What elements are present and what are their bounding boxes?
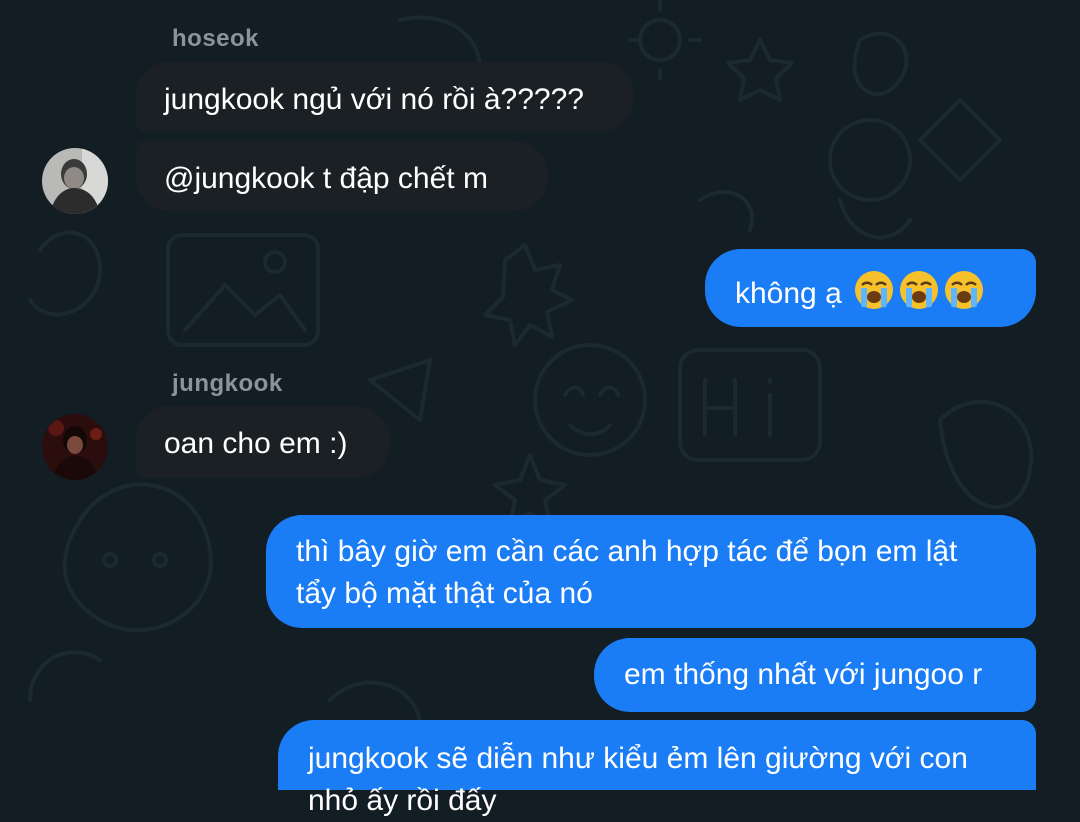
message-bubble-incoming[interactable]: oan cho em :) [136,406,390,478]
loudly-crying-face-icon [900,271,939,309]
message-text-line: tẩy bộ mặt thật của nó [296,577,593,610]
message-bubble-outgoing[interactable]: thì bây giờ em cần các anh hợp tác để bọ… [266,515,1036,628]
message-text-line: jungkook sẽ diễn như kiểu ẻm lên giường … [308,742,968,775]
message-text: em thống nhất với jungoo r [624,658,983,691]
message-text-line: nhỏ ấy rồi đấy [308,784,497,817]
message-bubble-outgoing[interactable]: em thống nhất với jungoo r [594,638,1036,712]
sender-name-hoseok: hoseok [172,25,260,52]
chat-view: hoseok jungkook ngủ với nó rồi à????? @j… [0,0,1080,817]
avatar-hoseok[interactable] [42,148,108,214]
message-text: oan cho em :) [164,427,348,460]
sender-name-jungkook: jungkook [172,370,283,397]
message-text: không ạ [735,277,842,310]
message-text: @jungkook t đập chết m [164,162,488,195]
message-bubble-outgoing[interactable]: không ạ [705,249,1036,327]
message-text-line: thì bây giờ em cần các anh hợp tác để bọ… [296,535,958,568]
loudly-crying-face-icon [855,271,894,309]
message-text: jungkook ngủ với nó rồi à????? [164,83,584,116]
message-bubble-incoming[interactable]: @jungkook t đập chết m [136,141,548,211]
message-bubble-incoming[interactable]: jungkook ngủ với nó rồi à????? [136,62,634,132]
message-bubble-outgoing[interactable]: jungkook sẽ diễn như kiểu ẻm lên giường … [278,720,1036,817]
avatar-jungkook[interactable] [42,414,108,480]
loudly-crying-face-icon [945,271,984,309]
